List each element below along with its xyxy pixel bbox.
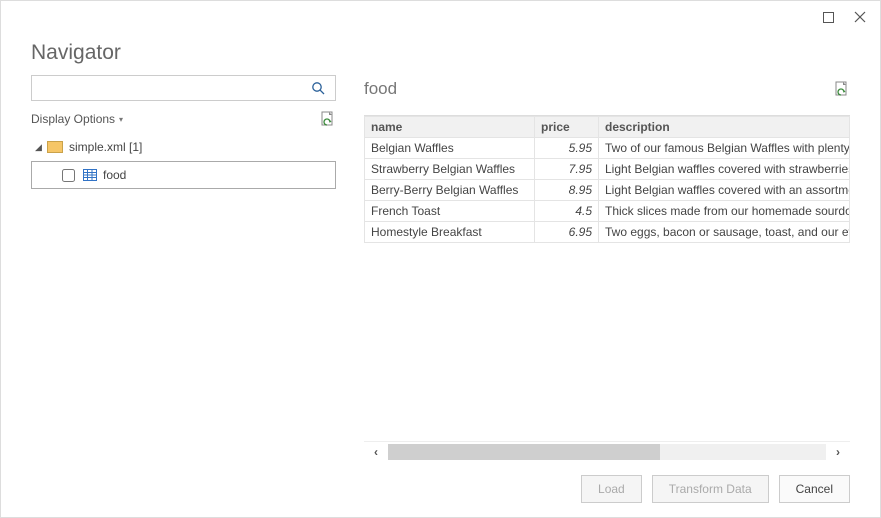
- preview-table: name price description Belgian Waffles5.…: [364, 115, 850, 461]
- header: Navigator: [1, 41, 880, 75]
- folder-icon: [47, 141, 63, 153]
- table-row[interactable]: Strawberry Belgian Waffles7.95Light Belg…: [365, 159, 850, 180]
- cancel-button[interactable]: Cancel: [779, 475, 850, 503]
- table-row[interactable]: Belgian Waffles5.95Two of our famous Bel…: [365, 138, 850, 159]
- close-icon[interactable]: [848, 7, 872, 27]
- refresh-icon[interactable]: [320, 111, 336, 127]
- cell-price: 7.95: [535, 159, 599, 180]
- cell-name: Belgian Waffles: [365, 138, 535, 159]
- cell-description: Thick slices made from our homemade sour…: [599, 201, 850, 222]
- scroll-thumb[interactable]: [388, 444, 660, 460]
- cell-name: French Toast: [365, 201, 535, 222]
- dialog-title: Navigator: [31, 41, 850, 65]
- transform-data-button[interactable]: Transform Data: [652, 475, 769, 503]
- tree-item-checkbox[interactable]: [62, 169, 75, 182]
- tree-root-label: simple.xml [1]: [69, 140, 142, 154]
- tree-root[interactable]: ◢ simple.xml [1]: [31, 135, 336, 159]
- right-pane: food name price description Belgian: [364, 75, 850, 461]
- horizontal-scrollbar[interactable]: ‹ ›: [364, 441, 850, 461]
- table-icon: [83, 169, 97, 181]
- tree-item-food[interactable]: food: [31, 161, 336, 189]
- maximize-icon[interactable]: [816, 7, 840, 27]
- cell-price: 6.95: [535, 222, 599, 243]
- left-pane: Display Options ▾ ◢ simple.xml [1]: [31, 75, 336, 461]
- table-row[interactable]: French Toast4.5Thick slices made from ou…: [365, 201, 850, 222]
- collapse-icon[interactable]: ◢: [35, 142, 47, 153]
- cell-name: Homestyle Breakfast: [365, 222, 535, 243]
- navigator-dialog: Navigator Display Options ▾: [0, 0, 881, 518]
- col-header-description[interactable]: description: [599, 117, 850, 138]
- cell-price: 5.95: [535, 138, 599, 159]
- tree-item-label: food: [103, 168, 126, 182]
- search-input[interactable]: [32, 76, 311, 100]
- cell-name: Strawberry Belgian Waffles: [365, 159, 535, 180]
- cell-name: Berry-Berry Belgian Waffles: [365, 180, 535, 201]
- cell-description: Two eggs, bacon or sausage, toast, and o…: [599, 222, 850, 243]
- tree: ◢ simple.xml [1] food: [31, 135, 336, 189]
- table-row[interactable]: Berry-Berry Belgian Waffles8.95Light Bel…: [365, 180, 850, 201]
- cell-price: 4.5: [535, 201, 599, 222]
- scroll-left-icon[interactable]: ‹: [364, 445, 388, 459]
- search-icon[interactable]: [311, 81, 335, 95]
- chevron-down-icon: ▾: [119, 115, 123, 124]
- cell-description: Light Belgian waffles covered with an as…: [599, 180, 850, 201]
- table-header-row: name price description: [365, 117, 850, 138]
- search-box[interactable]: [31, 75, 336, 101]
- refresh-preview-icon[interactable]: [834, 81, 850, 97]
- display-options-dropdown[interactable]: Display Options ▾: [31, 112, 123, 126]
- load-button[interactable]: Load: [581, 475, 642, 503]
- display-options-label: Display Options: [31, 112, 115, 126]
- cell-description: Two of our famous Belgian Waffles with p…: [599, 138, 850, 159]
- table-row[interactable]: Homestyle Breakfast6.95Two eggs, bacon o…: [365, 222, 850, 243]
- col-header-price[interactable]: price: [535, 117, 599, 138]
- cell-description: Light Belgian waffles covered with straw…: [599, 159, 850, 180]
- footer: Load Transform Data Cancel: [1, 461, 880, 517]
- scroll-right-icon[interactable]: ›: [826, 445, 850, 459]
- titlebar: [1, 1, 880, 41]
- scroll-track[interactable]: [388, 444, 826, 460]
- cell-price: 8.95: [535, 180, 599, 201]
- col-header-name[interactable]: name: [365, 117, 535, 138]
- preview-title: food: [364, 79, 397, 99]
